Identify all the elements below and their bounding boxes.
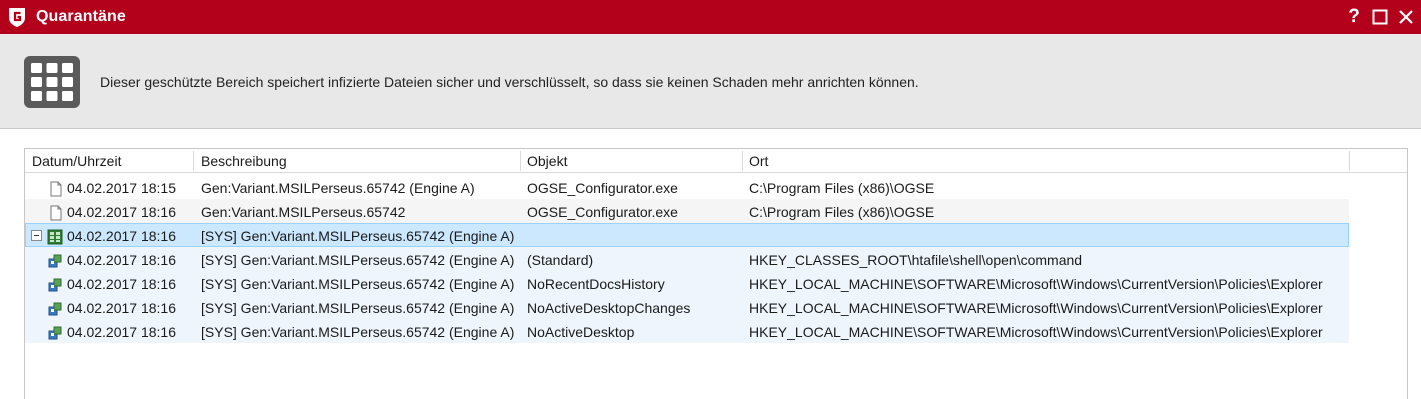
row-description: Gen:Variant.MSILPerseus.65742 (201, 204, 406, 220)
row-object: OGSE_Configurator.exe (527, 204, 678, 220)
row-location: C:\Program Files (x86)\OGSE (749, 204, 935, 220)
row-location: HKEY_CLASSES_ROOT\htafile\shell\open\com… (749, 252, 1083, 268)
table-row[interactable]: 04.02.2017 18:16 [SYS] Gen:Variant.MSILP… (25, 319, 1349, 343)
close-icon (1399, 10, 1413, 24)
grid-icon (24, 56, 80, 108)
table-header: Datum/Uhrzeit Beschreibung Objekt Ort (25, 149, 1407, 173)
row-location: HKEY_LOCAL_MACHINE\SOFTWARE\Microsoft\Wi… (749, 324, 1323, 340)
registry-value-icon (47, 324, 63, 340)
column-header-date[interactable]: Datum/Uhrzeit (25, 149, 193, 173)
window-controls: ? (1343, 0, 1421, 34)
registry-value-icon (47, 252, 63, 268)
maximize-button[interactable] (1369, 6, 1391, 28)
table-row[interactable]: 04.02.2017 18:16 Gen:Variant.MSILPerseus… (25, 199, 1349, 223)
row-object: NoActiveDesktopChanges (527, 300, 691, 316)
table-row[interactable]: 04.02.2017 18:16 [SYS] Gen:Variant.MSILP… (25, 271, 1349, 295)
window-title: Quarantäne (36, 8, 126, 25)
row-description: [SYS] Gen:Variant.MSILPerseus.65742 (Eng… (201, 276, 515, 292)
row-object: (Standard) (527, 252, 594, 268)
row-object: OGSE_Configurator.exe (527, 180, 678, 196)
header-description: Dieser geschützte Bereich speichert infi… (100, 74, 919, 90)
row-object: NoActiveDesktop (527, 324, 635, 340)
row-description: [SYS] Gen:Variant.MSILPerseus.65742 (Eng… (201, 252, 515, 268)
row-date: 04.02.2017 18:16 (67, 252, 176, 268)
help-button[interactable]: ? (1343, 6, 1365, 28)
row-object: NoRecentDocsHistory (527, 276, 665, 292)
maximize-icon (1372, 9, 1388, 25)
file-icon (48, 204, 64, 221)
collapse-toggle[interactable] (31, 230, 42, 241)
table-body: 04.02.2017 18:15 Gen:Variant.MSILPerseus… (25, 175, 1349, 343)
info-header: Dieser geschützte Bereich speichert infi… (0, 34, 1421, 129)
row-location (749, 224, 1349, 246)
column-divider[interactable] (1349, 151, 1350, 171)
row-date: 04.02.2017 18:16 (67, 300, 176, 316)
file-icon (48, 180, 64, 197)
row-location: HKEY_LOCAL_MACHINE\SOFTWARE\Microsoft\Wi… (749, 300, 1323, 316)
row-date: 04.02.2017 18:16 (67, 228, 176, 244)
table-row[interactable]: 04.02.2017 18:16 [SYS] Gen:Variant.MSILP… (25, 247, 1349, 271)
registry-value-icon (47, 300, 63, 316)
close-button[interactable] (1395, 6, 1417, 28)
row-object (527, 224, 742, 246)
gdata-logo-icon (6, 6, 28, 28)
row-date: 04.02.2017 18:16 (67, 204, 176, 220)
row-description: [SYS] Gen:Variant.MSILPerseus.65742 (Eng… (201, 324, 515, 340)
table-row[interactable]: 04.02.2017 18:15 Gen:Variant.MSILPerseus… (25, 175, 1349, 199)
row-location: C:\Program Files (x86)\OGSE (749, 180, 935, 196)
row-description: [SYS] Gen:Variant.MSILPerseus.65742 (Eng… (201, 300, 515, 316)
quarantine-table[interactable]: Datum/Uhrzeit Beschreibung Objekt Ort 04… (24, 148, 1408, 399)
row-date: 04.02.2017 18:16 (67, 276, 176, 292)
row-location: HKEY_LOCAL_MACHINE\SOFTWARE\Microsoft\Wi… (749, 276, 1323, 292)
table-row[interactable]: 04.02.2017 18:16 [SYS] Gen:Variant.MSILP… (25, 295, 1349, 319)
row-date: 04.02.2017 18:16 (67, 324, 176, 340)
registry-group-icon (47, 228, 63, 245)
column-header-description[interactable]: Beschreibung (194, 149, 520, 173)
title-bar: Quarantäne ? (0, 0, 1421, 34)
column-header-location[interactable]: Ort (742, 149, 1349, 173)
row-description: Gen:Variant.MSILPerseus.65742 (Engine A) (201, 180, 475, 196)
table-row-group[interactable]: 04.02.2017 18:16 [SYS] Gen:Variant.MSILP… (25, 223, 1349, 247)
row-date: 04.02.2017 18:15 (67, 180, 176, 196)
row-description: [SYS] Gen:Variant.MSILPerseus.65742 (Eng… (201, 228, 515, 244)
registry-value-icon (47, 276, 63, 292)
column-header-object[interactable]: Objekt (520, 149, 742, 173)
